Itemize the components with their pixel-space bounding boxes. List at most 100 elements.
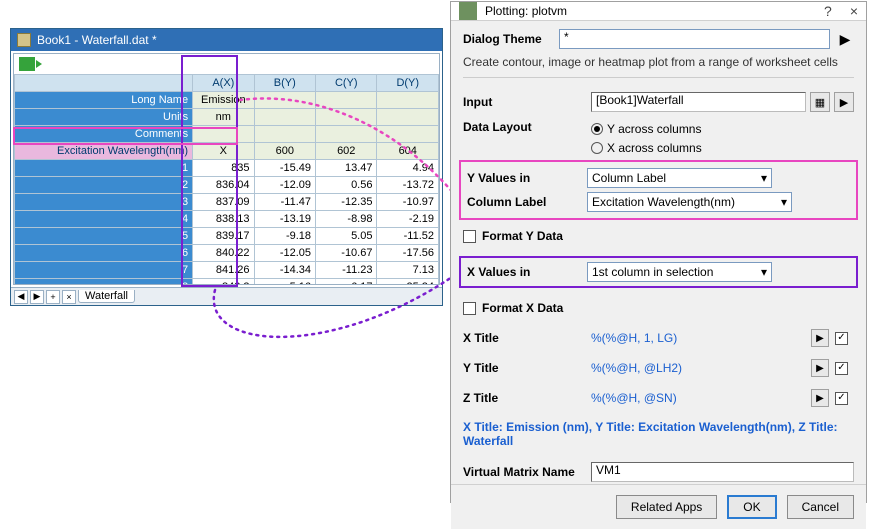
- help-button[interactable]: ?: [824, 3, 832, 19]
- cell[interactable]: 836.04: [193, 177, 254, 194]
- excite-d[interactable]: 604: [377, 143, 439, 160]
- cell[interactable]: 842.3: [193, 279, 254, 286]
- longname-row[interactable]: Long Name Emission: [15, 92, 439, 109]
- sheet-nav-first[interactable]: ◀: [14, 290, 28, 304]
- row-index[interactable]: 2: [15, 177, 193, 194]
- z-title-value[interactable]: %(%@H, @SN): [591, 391, 811, 405]
- close-button[interactable]: ×: [850, 3, 858, 19]
- longname-c[interactable]: [316, 92, 377, 109]
- sheet-nav-close[interactable]: ×: [62, 290, 76, 304]
- cell[interactable]: 6.17: [316, 279, 377, 286]
- table-row[interactable]: 7841.26-14.34-11.237.13: [15, 262, 439, 279]
- cell[interactable]: 5.05: [316, 228, 377, 245]
- ok-button[interactable]: OK: [727, 495, 776, 519]
- x-values-select[interactable]: 1st column in selection▾: [587, 262, 772, 282]
- input-field[interactable]: [Book1]Waterfall: [591, 92, 806, 112]
- x-title-play-icon[interactable]: ▶: [811, 329, 829, 347]
- table-row[interactable]: 3837.09-11.47-12.35-10.97: [15, 194, 439, 211]
- cell[interactable]: -14.34: [254, 262, 315, 279]
- excite-b[interactable]: 600: [254, 143, 315, 160]
- theme-input[interactable]: *: [559, 29, 830, 49]
- column-label-select[interactable]: Excitation Wavelength(nm)▾: [587, 192, 792, 212]
- input-flyout-icon[interactable]: ▶: [834, 92, 854, 112]
- col-a-header[interactable]: A(X): [193, 75, 254, 92]
- col-b-header[interactable]: B(Y): [254, 75, 315, 92]
- z-title-play-icon[interactable]: ▶: [811, 389, 829, 407]
- cell[interactable]: -5.16: [254, 279, 315, 286]
- sheet-nav-add[interactable]: +: [46, 290, 60, 304]
- cell[interactable]: 841.26: [193, 262, 254, 279]
- format-x-row[interactable]: Format X Data: [463, 296, 854, 320]
- excite-c[interactable]: 602: [316, 143, 377, 160]
- z-title-check[interactable]: [835, 392, 848, 405]
- worksheet-grid[interactable]: A(X) B(Y) C(Y) D(Y) Long Name Emission U…: [14, 74, 439, 285]
- longname-d[interactable]: [377, 92, 439, 109]
- cell[interactable]: -2.19: [377, 211, 439, 228]
- row-index[interactable]: 4: [15, 211, 193, 228]
- cell[interactable]: -10.67: [316, 245, 377, 262]
- cell[interactable]: -12.05: [254, 245, 315, 262]
- cell[interactable]: 7.13: [377, 262, 439, 279]
- table-row[interactable]: 4838.13-13.19-8.98-2.19: [15, 211, 439, 228]
- cell[interactable]: -17.56: [377, 245, 439, 262]
- row-index[interactable]: 5: [15, 228, 193, 245]
- row-index[interactable]: 8: [15, 279, 193, 286]
- cell[interactable]: -13.72: [377, 177, 439, 194]
- excite-a[interactable]: X: [193, 143, 254, 160]
- dialog-titlebar[interactable]: Plotting: plotvm ? ×: [451, 2, 866, 21]
- cell[interactable]: 839.17: [193, 228, 254, 245]
- x-title-check[interactable]: [835, 332, 848, 345]
- cell[interactable]: 838.13: [193, 211, 254, 228]
- cell[interactable]: 4.94: [377, 160, 439, 177]
- radio-x-across[interactable]: X across columns: [591, 139, 702, 156]
- cell[interactable]: 837.09: [193, 194, 254, 211]
- cell[interactable]: 13.47: [316, 160, 377, 177]
- y-title-check[interactable]: [835, 362, 848, 375]
- related-apps-button[interactable]: Related Apps: [616, 495, 717, 519]
- excitation-row[interactable]: Excitation Wavelength(nm) X 600 602 604: [15, 143, 439, 160]
- table-row[interactable]: 5839.17-9.185.05-11.52: [15, 228, 439, 245]
- cell[interactable]: -11.47: [254, 194, 315, 211]
- row-index[interactable]: 3: [15, 194, 193, 211]
- cell[interactable]: -15.49: [254, 160, 315, 177]
- input-range-icon[interactable]: ▦: [810, 92, 830, 112]
- longname-a[interactable]: Emission: [193, 92, 254, 109]
- x-title-value[interactable]: %(%@H, 1, LG): [591, 331, 811, 345]
- row-index[interactable]: 7: [15, 262, 193, 279]
- units-a[interactable]: nm: [193, 109, 254, 126]
- cell[interactable]: -8.98: [316, 211, 377, 228]
- table-row[interactable]: 1835-15.4913.474.94: [15, 160, 439, 177]
- column-header-row[interactable]: A(X) B(Y) C(Y) D(Y): [15, 75, 439, 92]
- format-y-row[interactable]: Format Y Data: [463, 224, 854, 248]
- table-row[interactable]: 8842.3-5.166.17-25.24: [15, 279, 439, 286]
- comments-row[interactable]: Comments: [15, 126, 439, 143]
- cell[interactable]: 0.56: [316, 177, 377, 194]
- cell[interactable]: -11.52: [377, 228, 439, 245]
- cancel-button[interactable]: Cancel: [787, 495, 854, 519]
- row-index[interactable]: 1: [15, 160, 193, 177]
- cell[interactable]: -12.35: [316, 194, 377, 211]
- format-y-checkbox[interactable]: [463, 230, 476, 243]
- cell[interactable]: -25.24: [377, 279, 439, 286]
- table-row[interactable]: 6840.22-12.05-10.67-17.56: [15, 245, 439, 262]
- y-title-value[interactable]: %(%@H, @LH2): [591, 361, 811, 375]
- y-title-play-icon[interactable]: ▶: [811, 359, 829, 377]
- table-row[interactable]: 2836.04-12.090.56-13.72: [15, 177, 439, 194]
- theme-flyout-icon[interactable]: ▶: [836, 29, 854, 49]
- worksheet-corner[interactable]: [14, 54, 439, 74]
- sheet-nav-last[interactable]: ▶: [30, 290, 44, 304]
- units-row[interactable]: Units nm: [15, 109, 439, 126]
- row-index[interactable]: 6: [15, 245, 193, 262]
- cell[interactable]: 835: [193, 160, 254, 177]
- longname-b[interactable]: [254, 92, 315, 109]
- cell[interactable]: 840.22: [193, 245, 254, 262]
- cell[interactable]: -11.23: [316, 262, 377, 279]
- col-d-header[interactable]: D(Y): [377, 75, 439, 92]
- cell[interactable]: -12.09: [254, 177, 315, 194]
- format-x-checkbox[interactable]: [463, 302, 476, 315]
- cell[interactable]: -10.97: [377, 194, 439, 211]
- cell[interactable]: -13.19: [254, 211, 315, 228]
- vm-name-input[interactable]: VM1: [591, 462, 854, 482]
- col-c-header[interactable]: C(Y): [316, 75, 377, 92]
- y-values-select[interactable]: Column Label▾: [587, 168, 772, 188]
